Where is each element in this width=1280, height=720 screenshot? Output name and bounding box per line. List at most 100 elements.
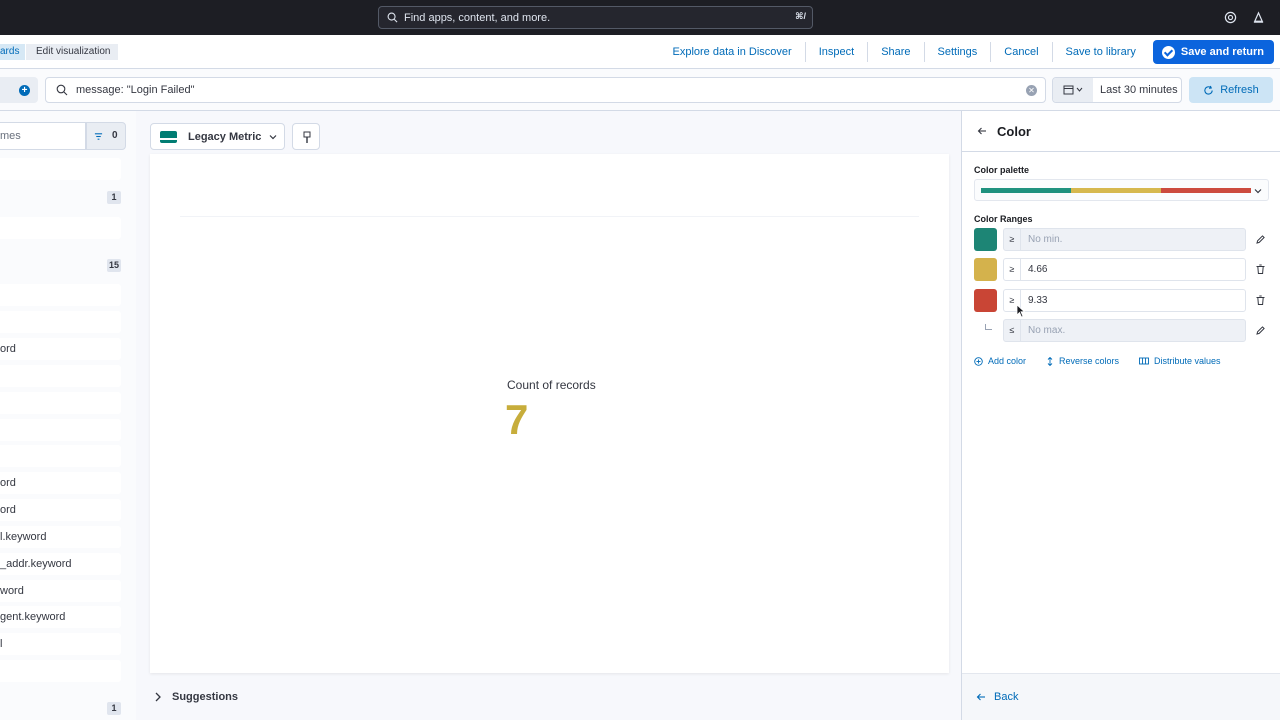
distribute-values-label: Distribute values [1154, 356, 1221, 366]
field-list-panel: mes 0 1 15 ord ord ord l.keyword _addr.k… [0, 111, 136, 720]
visualization-type-label: Legacy Metric [188, 130, 262, 143]
settings-link[interactable]: Settings [923, 42, 991, 62]
field-row[interactable] [0, 660, 121, 682]
field-row[interactable] [0, 217, 121, 239]
color-ranges-label: Color Ranges [974, 214, 1033, 224]
metric-label: Count of records [507, 378, 596, 392]
refresh-label: Refresh [1220, 84, 1259, 96]
field-row[interactable] [0, 158, 121, 180]
date-range-label: Last 30 minutes [1100, 84, 1178, 96]
breadcrumb-dashboards[interactable]: ards [0, 44, 26, 60]
range-input[interactable]: ≥ 9.33 [1003, 289, 1246, 312]
range-input[interactable]: ≥ 4.66 [1003, 258, 1246, 281]
search-icon [56, 84, 68, 96]
field-row[interactable]: ord [0, 499, 121, 521]
paint-brush-button[interactable] [292, 123, 320, 150]
group-count-badge: 1 [107, 191, 121, 204]
field-row[interactable]: gent.keyword [0, 606, 121, 628]
top-nav-menu: Explore data in Discover Inspect Share S… [659, 35, 1280, 69]
corner-down-right-icon [985, 324, 992, 330]
field-row[interactable] [0, 311, 121, 333]
plus-circle-icon [974, 356, 983, 366]
field-row[interactable] [0, 419, 121, 441]
palette-segment [981, 188, 1071, 193]
field-name: ord [0, 477, 16, 489]
newsfeed-icon[interactable] [1252, 11, 1265, 24]
add-filter-button[interactable]: + [0, 77, 38, 103]
field-name: word [0, 585, 24, 597]
save-to-library-link[interactable]: Save to library [1051, 42, 1149, 62]
calendar-icon [1063, 85, 1083, 95]
chevron-right-icon [155, 692, 161, 702]
save-and-return-button[interactable]: Save and return [1152, 40, 1274, 64]
field-search-input[interactable]: mes [0, 122, 86, 150]
filter-count: 0 [112, 130, 118, 141]
query-bar: + message: "Login Failed" ✕ Last 30 minu… [0, 69, 1280, 111]
field-row[interactable]: l.keyword [0, 526, 121, 548]
query-input[interactable]: message: "Login Failed" ✕ [45, 77, 1046, 103]
color-settings-panel: Color Color palette Color Ranges ≥ No mi… [961, 111, 1280, 720]
global-search-input[interactable]: Find apps, content, and more. ⌘/ [378, 6, 813, 29]
range-value: 4.66 [1028, 264, 1048, 275]
pencil-icon[interactable] [1255, 234, 1266, 245]
distribute-icon [1139, 357, 1149, 365]
field-row[interactable] [0, 365, 121, 387]
keyboard-shortcut: ⌘/ [795, 11, 806, 21]
back-button[interactable]: Back [976, 691, 1018, 703]
trash-icon[interactable] [1255, 264, 1266, 275]
field-row[interactable]: word [0, 580, 121, 602]
group-count-badge: 15 [107, 259, 121, 272]
mouse-cursor-icon [1016, 304, 1026, 318]
range-placeholder: No min. [1028, 234, 1063, 245]
add-color-button[interactable]: Add color [974, 356, 1026, 366]
add-color-label: Add color [988, 356, 1027, 366]
plus-icon: + [19, 85, 30, 96]
field-row[interactable]: _addr.keyword [0, 553, 121, 575]
app-toolbar: Edit visualization ards Explore data in … [0, 35, 1280, 69]
field-name: l [0, 638, 3, 650]
calendar-dropdown[interactable] [1053, 78, 1093, 102]
range-min-input[interactable]: ≥ No min. [1003, 228, 1246, 251]
color-swatch[interactable] [974, 228, 997, 251]
pencil-icon[interactable] [1255, 325, 1266, 336]
color-palette-select[interactable] [974, 179, 1269, 201]
share-link[interactable]: Share [867, 42, 923, 62]
panel-title: Color [997, 124, 1031, 139]
reverse-colors-button[interactable]: Reverse colors [1046, 356, 1119, 366]
field-row[interactable]: ord [0, 338, 121, 360]
metric-value: 7 [505, 396, 529, 443]
inspect-link[interactable]: Inspect [804, 42, 867, 62]
clear-icon[interactable]: ✕ [1026, 85, 1037, 96]
group-count-badge: 1 [107, 702, 121, 715]
chevron-down-icon [1254, 189, 1262, 194]
color-swatch[interactable] [974, 258, 997, 281]
chevron-down-icon [269, 134, 277, 139]
field-row[interactable] [0, 445, 121, 467]
cancel-link[interactable]: Cancel [990, 42, 1051, 62]
date-picker[interactable]: Last 30 minutes [1052, 77, 1182, 103]
suggestions-toggle[interactable]: Suggestions [154, 691, 238, 703]
help-icon[interactable] [1224, 11, 1237, 24]
color-swatch[interactable] [974, 289, 997, 312]
paint-brush-icon [303, 131, 311, 143]
check-icon [1161, 45, 1175, 59]
visualization-type-switcher[interactable]: Legacy Metric [150, 123, 285, 150]
explore-in-discover-link[interactable]: Explore data in Discover [659, 42, 804, 62]
field-row[interactable]: l [0, 633, 121, 655]
trash-icon[interactable] [1255, 295, 1266, 306]
range-max-input[interactable]: ≤ No max. [1003, 319, 1246, 342]
field-filter-button[interactable]: 0 [86, 122, 126, 150]
query-text: message: "Login Failed" [76, 84, 195, 96]
field-row[interactable]: ord [0, 472, 121, 494]
distribute-values-button[interactable]: Distribute values [1139, 356, 1221, 366]
metric-icon [160, 130, 177, 143]
arrow-left-icon[interactable] [977, 126, 987, 136]
visualization-canvas: Count of records 7 [150, 154, 949, 673]
refresh-button[interactable]: Refresh [1189, 77, 1273, 103]
color-palette-label: Color palette [974, 165, 1030, 175]
field-row[interactable] [0, 284, 121, 306]
panel-footer: Back [962, 673, 1280, 720]
field-row[interactable] [0, 392, 121, 414]
back-label: Back [994, 691, 1019, 703]
range-operator: ≥ [1004, 229, 1021, 250]
